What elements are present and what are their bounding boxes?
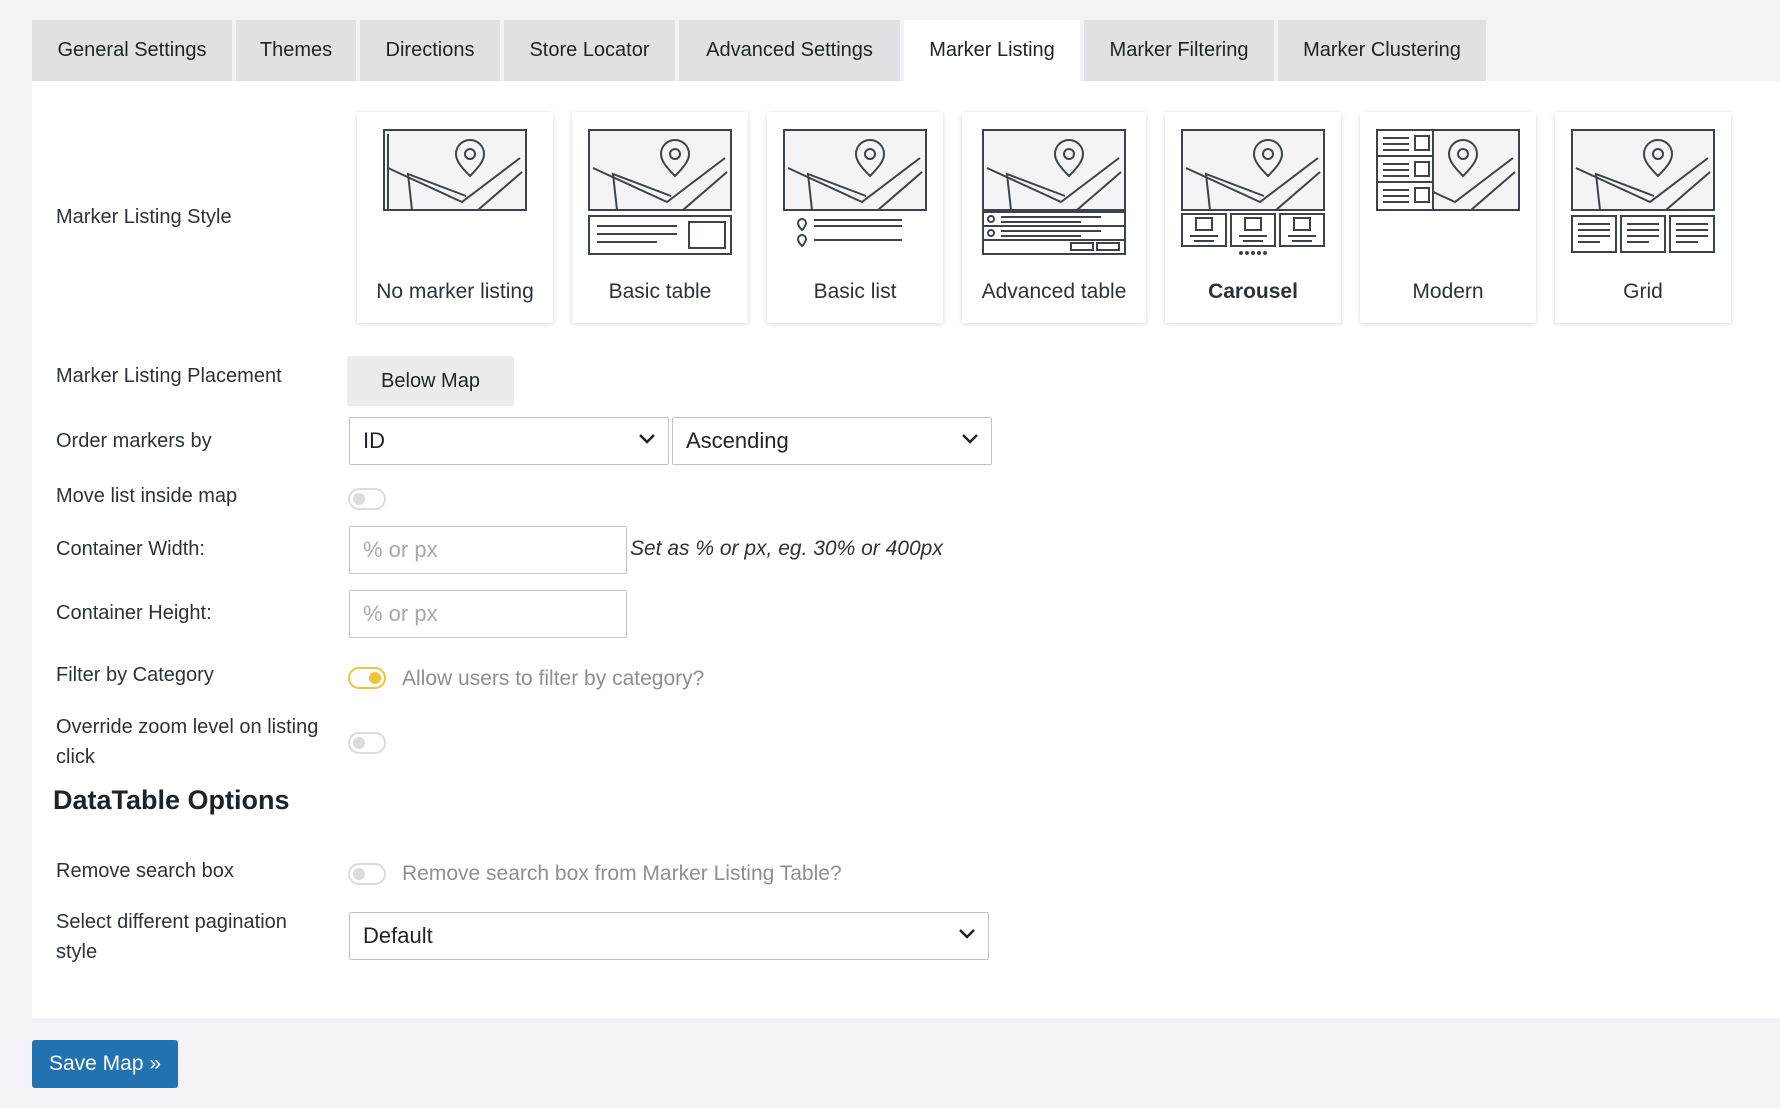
style-option-label: Grid [1623, 280, 1663, 303]
style-option-label: Advanced table [981, 280, 1127, 303]
pagination-label: Select different pagination style [56, 911, 287, 963]
style-option-label: Basic list [813, 280, 897, 303]
container-width-input[interactable] [349, 526, 627, 574]
filter-category-toggle[interactable] [348, 667, 386, 689]
style-option-label: Basic table [608, 280, 712, 303]
container-height-input[interactable] [349, 590, 627, 638]
toggle-knob [353, 868, 365, 880]
placement-label: Marker Listing Placement [56, 365, 282, 387]
style-option-basic-table[interactable]: Basic table [572, 112, 748, 323]
style-option-basic-list[interactable]: Basic list [767, 112, 943, 323]
container-width-label: Container Width: [56, 538, 205, 560]
settings-panel: Marker Listing Style No marker listing B… [32, 81, 1780, 1018]
style-option-label: No marker listing [376, 280, 534, 303]
override-zoom-toggle[interactable] [348, 732, 386, 754]
move-list-label: Move list inside map [56, 485, 238, 507]
map-grid-icon [1571, 129, 1715, 253]
chevron-down-icon [959, 929, 975, 939]
map-modern-icon [1376, 129, 1520, 211]
style-option-label: Carousel [1208, 280, 1298, 303]
remove-search-toggle[interactable] [348, 863, 386, 885]
tab-bar: General Settings Themes Directions Store… [32, 20, 1490, 81]
map-only-icon [383, 129, 527, 211]
tab-advanced-settings[interactable]: Advanced Settings [679, 20, 900, 81]
order-direction-value: Ascending [686, 428, 789, 453]
toggle-knob [353, 493, 365, 505]
style-option-modern[interactable]: Modern [1360, 112, 1536, 323]
toggle-knob [369, 672, 381, 684]
save-map-button[interactable]: Save Map » [32, 1040, 178, 1088]
style-option-carousel[interactable]: Carousel [1165, 112, 1341, 323]
tab-marker-listing[interactable]: Marker Listing [904, 20, 1080, 81]
filter-category-description: Allow users to filter by category? [402, 667, 705, 690]
datatable-options-title: DataTable Options [53, 785, 290, 815]
below-map-button[interactable]: Below Map [347, 356, 514, 406]
chevron-down-icon [639, 434, 655, 444]
map-carousel-icon [1181, 129, 1325, 255]
order-field-select[interactable]: ID [349, 417, 669, 465]
style-option-label: Modern [1412, 280, 1484, 303]
filter-category-label: Filter by Category [56, 664, 214, 686]
tab-directions[interactable]: Directions [360, 20, 500, 81]
order-field-value: ID [363, 428, 385, 453]
map-advanced-table-icon [982, 129, 1126, 255]
container-width-hint: Set as % or px, eg. 30% or 400px [630, 537, 943, 560]
style-option-no-marker-listing[interactable]: No marker listing [357, 112, 553, 323]
container-height-label: Container Height: [56, 602, 212, 624]
order-direction-select[interactable]: Ascending [672, 417, 992, 465]
tab-store-locator[interactable]: Store Locator [504, 20, 675, 81]
override-zoom-label: Override zoom level on listing click [56, 716, 319, 768]
move-list-toggle[interactable] [348, 488, 386, 510]
map-basic-table-icon [588, 129, 732, 255]
remove-search-label: Remove search box [56, 860, 234, 882]
listing-style-label: Marker Listing Style [56, 206, 232, 228]
pagination-style-value: Default [363, 923, 433, 948]
tab-themes[interactable]: Themes [236, 20, 356, 81]
remove-search-description: Remove search box from Marker Listing Ta… [402, 862, 842, 885]
order-markers-label: Order markers by [56, 430, 212, 452]
toggle-knob [353, 737, 365, 749]
style-option-grid[interactable]: Grid [1555, 112, 1731, 323]
map-basic-list-icon [783, 129, 927, 248]
pagination-style-select[interactable]: Default [349, 912, 989, 960]
tab-marker-clustering[interactable]: Marker Clustering [1278, 20, 1486, 81]
style-option-advanced-table[interactable]: Advanced table [962, 112, 1146, 323]
tab-marker-filtering[interactable]: Marker Filtering [1084, 20, 1274, 81]
chevron-down-icon [962, 434, 978, 444]
tab-general-settings[interactable]: General Settings [32, 20, 232, 81]
